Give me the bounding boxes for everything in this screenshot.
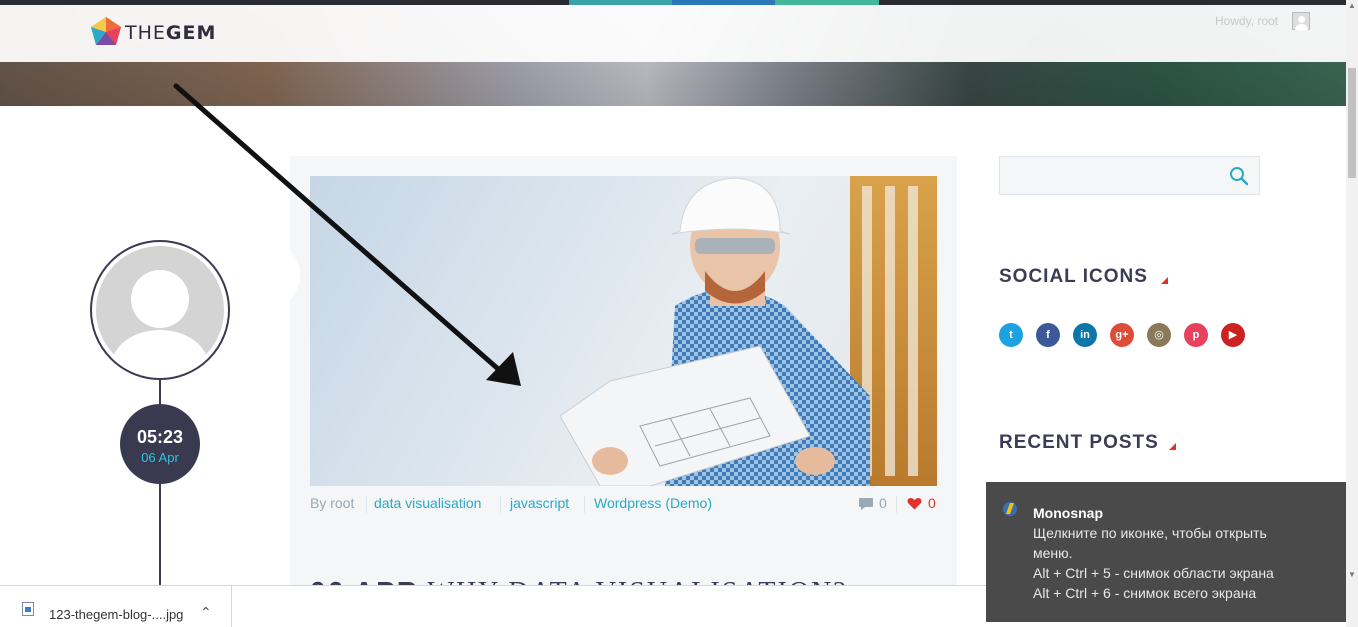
browser-page: THEGEM Howdy, root 05:23 06 Apr By root … bbox=[0, 0, 1358, 627]
notification-title: Monosnap bbox=[1033, 505, 1103, 521]
notification-line: меню. bbox=[1033, 545, 1073, 561]
download-bar: 123-thegem-blog-....jpg ⌃ bbox=[0, 585, 986, 627]
download-file-name: 123-thegem-blog-....jpg bbox=[49, 607, 184, 622]
scrollbar-thumb[interactable] bbox=[1348, 68, 1356, 178]
image-file-icon bbox=[22, 602, 34, 616]
scroll-up-arrow-icon[interactable]: ▲ bbox=[1348, 1, 1356, 10]
notification-line: Щелкните по иконке, чтобы открыть bbox=[1033, 525, 1267, 541]
notification-line: Alt + Ctrl + 5 - снимок области экрана bbox=[1033, 565, 1274, 581]
page-scrollbar[interactable]: ▲ ▼ bbox=[1346, 0, 1358, 627]
download-item[interactable]: 123-thegem-blog-....jpg ⌃ bbox=[0, 586, 232, 627]
monosnap-icon bbox=[1003, 502, 1017, 516]
chevron-up-icon[interactable]: ⌃ bbox=[200, 604, 212, 621]
scroll-down-arrow-icon[interactable]: ▼ bbox=[1348, 570, 1356, 579]
monosnap-notification[interactable]: Monosnap Щелкните по иконке, чтобы откры… bbox=[986, 482, 1350, 622]
notification-line: Alt + Ctrl + 6 - снимок всего экрана bbox=[1033, 585, 1257, 601]
